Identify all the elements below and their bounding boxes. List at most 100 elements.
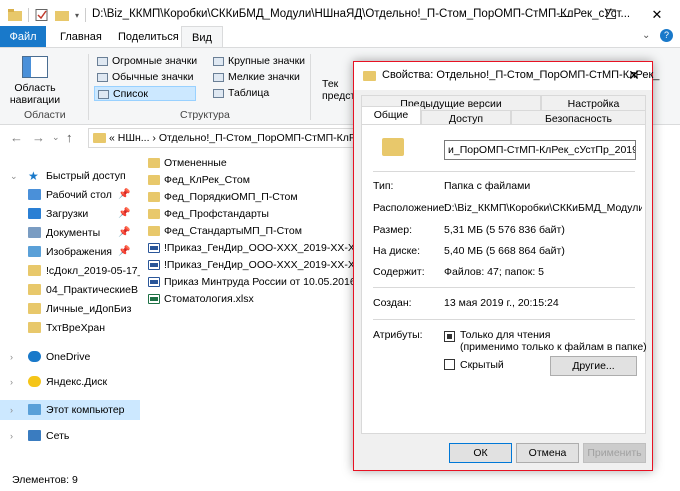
list-item[interactable]: !Приказ_ГенДир_ООО-ХХХ_2019-ХХ-ХХ_NX [146, 240, 360, 257]
hidden-label[interactable]: Скрытый [460, 359, 504, 371]
yandex-disk-icon [28, 376, 41, 387]
size-label: Размер: [373, 224, 413, 236]
list-item[interactable]: Приказ Минтруда России от 10.05.2016 N 2 [146, 274, 360, 291]
nav-item-label: Рабочий стол [46, 189, 112, 201]
apply-button[interactable]: Применить [583, 443, 646, 463]
list-item[interactable]: !Приказ_ГенДир_ООО-ХХХ_2019-ХХ-ХХ_NX [146, 257, 360, 274]
list-item[interactable]: Фед_ПорядкиОМП_П-Стом [146, 189, 360, 206]
layout-large-icons[interactable]: Крупные значки [210, 54, 305, 69]
navigation-pane: ⌄ ★ Быстрый доступ Рабочий стол 📌 Загруз… [0, 160, 140, 470]
large-icons-icon [213, 57, 224, 66]
list-item[interactable]: Фед_КлРек_Стом [146, 172, 360, 189]
pin-icon[interactable]: 📌 [118, 223, 130, 243]
tab-file[interactable]: Файл [0, 26, 46, 48]
toolbar-divider [85, 8, 87, 22]
details-icon [213, 89, 224, 98]
network-icon [28, 430, 41, 441]
layout-list[interactable]: Список [94, 86, 196, 101]
tab-home[interactable]: Главная [50, 26, 112, 48]
readonly-note: (применимо только к файлам в папке) [460, 341, 647, 353]
properties-check-icon[interactable] [35, 9, 49, 21]
forward-arrow-icon[interactable]: → [32, 130, 45, 145]
folder-icon [148, 226, 160, 236]
chevron-down-icon[interactable]: ▾ [75, 11, 79, 20]
back-arrow-icon[interactable]: ← [10, 130, 23, 145]
file-name: !Приказ_ГенДир_ООО-ХХХ_2019-ХХ-ХХ_NX [164, 242, 360, 254]
pin-icon[interactable]: 📌 [118, 185, 130, 205]
nav-item-onedrive[interactable]: › OneDrive [0, 347, 140, 367]
nav-item-label: Сеть [46, 430, 70, 442]
address-path-field[interactable]: « НШн... › Отдельно!_П-Стом_ПорОМП-СтМП-… [88, 128, 358, 148]
layout-medium-icons[interactable]: Обычные значки [94, 70, 202, 85]
desktop-icon [28, 189, 41, 200]
file-name: Фед_КлРек_Стом [164, 174, 250, 186]
hidden-checkbox[interactable] [444, 359, 455, 370]
chevron-right-icon[interactable]: › [10, 347, 13, 367]
readonly-label[interactable]: Только для чтения [460, 329, 550, 341]
nav-item-label: ТхтВреХран [46, 322, 106, 334]
chevron-down-icon[interactable]: ⌄ [642, 30, 650, 41]
tab-share[interactable]: Поделиться [108, 26, 189, 48]
advanced-attributes-button[interactable]: Другие... [550, 356, 637, 376]
nav-item-this-pc[interactable]: › Этот компьютер [0, 400, 140, 420]
pin-icon[interactable]: 📌 [118, 242, 130, 262]
contains-label: Содержит: [373, 266, 425, 278]
ok-button[interactable]: ОК [449, 443, 512, 463]
up-arrow-icon[interactable]: ↑ [66, 130, 73, 145]
nav-item-documents[interactable]: Документы 📌 [0, 223, 140, 243]
chevron-right-icon[interactable]: › [10, 426, 13, 446]
file-name: Фед_СтандартыМП_П-Стом [164, 225, 302, 237]
chevron-right-icon[interactable]: › [10, 400, 13, 420]
size-on-disk-label: На диске: [373, 245, 421, 257]
toolbar-divider [28, 8, 29, 22]
layout-small-icons[interactable]: Мелкие значки [210, 70, 300, 85]
new-folder-icon[interactable] [55, 9, 69, 21]
excel-document-icon [148, 294, 160, 304]
address-path-text: « НШн... › Отдельно!_П-Стом_ПорОМП-СтМП-… [109, 132, 358, 144]
nav-item-label: OneDrive [46, 351, 91, 363]
list-item[interactable]: Отмененные [146, 155, 360, 172]
tab-view[interactable]: Вид [181, 26, 223, 48]
folder-icon [28, 265, 41, 276]
close-button[interactable]: ✕ [616, 62, 652, 90]
folder-icon [148, 158, 160, 168]
nav-item-label: Личные_иДопБиз [46, 303, 132, 315]
list-icon [98, 90, 109, 99]
navigation-pane-button[interactable]: Область навигации [6, 54, 64, 108]
help-icon[interactable]: ? [660, 29, 673, 42]
nav-item-folder[interactable]: 04_ПрактическиеВ [0, 280, 140, 300]
properties-dialog: Свойства: Отдельно!_П-Стом_ПорОМП-СтМП-К… [353, 61, 659, 471]
list-item[interactable]: Фед_СтандартыМП_П-Стом [146, 223, 360, 240]
list-item[interactable]: Фед_Профстандарты [146, 206, 360, 223]
tab-general[interactable]: Общие [361, 106, 421, 126]
nav-item-folder[interactable]: Личные_иДопБиз [0, 299, 140, 319]
nav-item-pictures[interactable]: Изображения 📌 [0, 242, 140, 262]
layout-huge-icons[interactable]: Огромные значки [94, 54, 202, 69]
readonly-checkbox[interactable] [444, 331, 455, 342]
word-document-icon [148, 243, 160, 253]
pin-icon[interactable]: 📌 [118, 204, 130, 224]
folder-name-field[interactable]: и_ПорОМП-СтМП-КлРек_сУстПр_2019-05-14 [444, 140, 636, 160]
chevron-down-icon[interactable]: ⌄ [10, 166, 18, 186]
created-value: 13 мая 2019 г., 20:15:24 [444, 297, 559, 309]
layout-details[interactable]: Таблица [210, 86, 296, 101]
folder-icon [148, 192, 160, 202]
nav-item-network[interactable]: › Сеть [0, 426, 140, 446]
quick-access-toolbar: ▾ [0, 8, 87, 22]
cancel-button[interactable]: Отмена [516, 443, 579, 463]
chevron-right-icon[interactable]: › [10, 372, 13, 392]
nav-item-desktop[interactable]: Рабочий стол 📌 [0, 185, 140, 205]
navigation-pane-icon [22, 56, 48, 78]
nav-item-downloads[interactable]: Загрузки 📌 [0, 204, 140, 224]
nav-item-label: !сДокл_2019-05-17_ [46, 265, 140, 277]
nav-item-yandex-disk[interactable]: › Яндекс.Диск [0, 372, 140, 392]
nav-item-quick-access[interactable]: ⌄ ★ Быстрый доступ [0, 166, 140, 186]
file-name: Стоматология.xlsx [164, 293, 254, 305]
pictures-icon [28, 246, 41, 257]
list-item[interactable]: Стоматология.xlsx [146, 291, 360, 308]
nav-item-folder[interactable]: ТхтВреХран [0, 318, 140, 338]
layout-label: Мелкие значки [228, 71, 300, 83]
layout-label: Таблица [228, 87, 270, 99]
nav-item-folder[interactable]: !сДокл_2019-05-17_ [0, 261, 140, 281]
chevron-down-icon[interactable]: ⌄ [52, 132, 60, 143]
